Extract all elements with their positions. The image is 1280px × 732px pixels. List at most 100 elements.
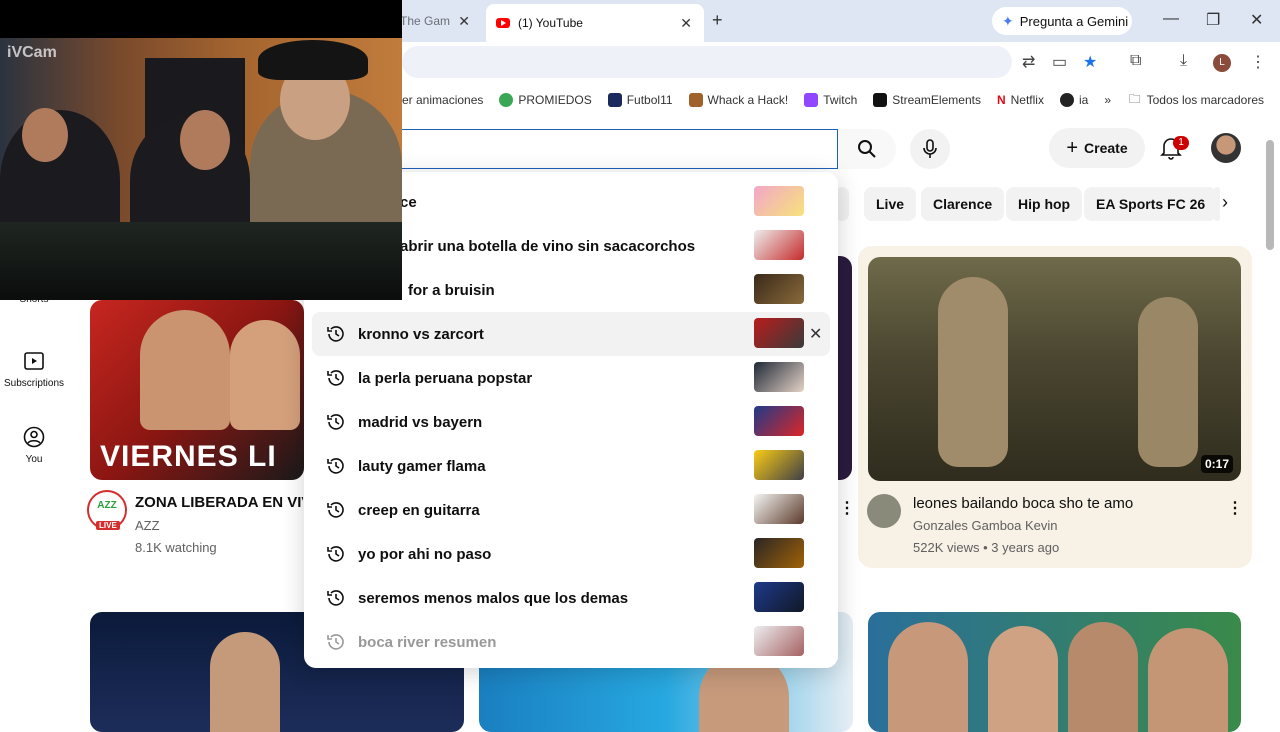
video-meta: 522K views • 3 years ago bbox=[913, 540, 1060, 555]
microphone-icon bbox=[923, 139, 937, 158]
soccer-ball-icon bbox=[499, 93, 514, 107]
suggestion-item[interactable]: yo por ahi no paso bbox=[304, 532, 838, 576]
tab-title: (1) YouTube bbox=[518, 16, 583, 30]
bookmark-item[interactable]: Whack a Hack! bbox=[688, 93, 789, 107]
futbol11-icon bbox=[607, 93, 622, 107]
gemini-button[interactable]: ✦ Pregunta a Gemini bbox=[992, 7, 1132, 35]
chip-hip-hop[interactable]: Hip hop bbox=[1006, 187, 1083, 221]
suggestion-item[interactable]: madrid vs bayern bbox=[304, 400, 838, 444]
close-icon[interactable]: ✕ bbox=[458, 13, 470, 30]
netflix-icon: N bbox=[996, 93, 1006, 107]
suggestion-item[interactable]: lauty gamer flama bbox=[304, 444, 838, 488]
suggestion-text: madrid vs bayern bbox=[358, 413, 483, 431]
thumbnail-animal bbox=[1138, 297, 1198, 467]
thumbnail-person bbox=[1148, 628, 1228, 732]
bookmark-label: Futbol11 bbox=[626, 93, 673, 107]
profile-avatar[interactable]: L bbox=[1213, 54, 1231, 72]
suggestion-item[interactable]: la perla peruana popstar bbox=[304, 356, 838, 400]
sidebar-item-label: You bbox=[25, 454, 43, 465]
page-scrollbar[interactable] bbox=[1266, 140, 1274, 250]
video-thumbnail[interactable]: 0:17 bbox=[868, 257, 1241, 481]
webcam-face bbox=[22, 108, 68, 162]
thumbnail-person bbox=[140, 310, 230, 430]
webcam-overlay: iVCam bbox=[0, 0, 402, 300]
search-input[interactable] bbox=[402, 129, 838, 169]
suggestion-text: kronno vs zarcort bbox=[358, 325, 484, 343]
account-avatar[interactable] bbox=[1211, 133, 1241, 163]
suggestion-text: creep en guitarra bbox=[358, 501, 480, 519]
bookmark-item[interactable]: N Netflix bbox=[997, 93, 1044, 107]
chip-ea-sports-fc-26[interactable]: EA Sports FC 26 bbox=[1084, 187, 1218, 221]
video-title[interactable]: leones bailando boca sho te amo bbox=[913, 495, 1133, 512]
chip-clarence[interactable]: Clarence bbox=[921, 187, 1005, 221]
video-thumbnail[interactable] bbox=[836, 256, 852, 480]
search-button[interactable] bbox=[838, 129, 896, 169]
create-button[interactable]: + Create bbox=[1049, 128, 1145, 168]
all-bookmarks-folder[interactable]: 🗀 Todos los marcadores bbox=[1129, 90, 1264, 111]
thumbnail-person bbox=[888, 622, 968, 732]
bookmark-item[interactable]: ia bbox=[1059, 93, 1088, 107]
webcam-face bbox=[180, 110, 230, 170]
more-options-icon[interactable]: ⋮ bbox=[1227, 498, 1243, 518]
video-thumbnail[interactable]: VIERNES LI bbox=[90, 300, 304, 480]
chip-partial[interactable] bbox=[1214, 187, 1220, 221]
suggestion-thumbnail bbox=[754, 186, 804, 216]
translate-icon[interactable]: ⇄ bbox=[1022, 52, 1035, 72]
video-title[interactable]: ZONA LIBERADA EN VIVO bbox=[135, 494, 303, 511]
bookmark-item[interactable]: Twitch bbox=[804, 93, 857, 107]
duration-badge: 0:17 bbox=[1200, 455, 1233, 473]
channel-avatar[interactable] bbox=[867, 494, 901, 528]
chip-live[interactable]: Live bbox=[864, 187, 917, 221]
suggestion-text: lauty gamer flama bbox=[358, 457, 486, 475]
channel-name[interactable]: Gonzales Gamboa Kevin bbox=[913, 518, 1058, 533]
suggestion-thumbnail bbox=[754, 318, 804, 348]
close-icon[interactable]: ✕ bbox=[680, 15, 692, 32]
thumbnail-animal bbox=[938, 277, 1008, 467]
suggestion-text: ce bbox=[400, 193, 417, 211]
history-icon bbox=[327, 414, 344, 430]
bookmark-item[interactable]: StreamElements bbox=[873, 93, 981, 107]
bookmark-item[interactable]: PROMIEDOS bbox=[499, 93, 592, 107]
sidebar-item-you[interactable]: You bbox=[0, 426, 68, 465]
voice-search-button[interactable] bbox=[910, 129, 950, 169]
sidebar-item-subscriptions[interactable]: Subscriptions bbox=[0, 350, 68, 389]
bookmark-item[interactable]: er animaciones bbox=[402, 93, 483, 107]
new-tab-button[interactable]: + bbox=[712, 10, 723, 31]
subscriptions-icon bbox=[24, 352, 44, 370]
suggestion-item[interactable]: boca river resumen bbox=[304, 620, 838, 664]
close-window-icon[interactable]: ✕ bbox=[1250, 10, 1263, 30]
you-icon bbox=[23, 426, 45, 448]
tab-the-game[interactable]: The Gam ✕ bbox=[400, 6, 482, 36]
more-options-icon[interactable]: ⋮ bbox=[839, 498, 855, 518]
suggestion-item[interactable]: kronno vs zarcort ✕ bbox=[312, 312, 830, 356]
chevron-right-icon[interactable]: › bbox=[1222, 192, 1228, 213]
webcam-watermark: iVCam bbox=[7, 44, 57, 61]
channel-name[interactable]: AZZ bbox=[135, 518, 160, 533]
history-icon bbox=[327, 458, 344, 474]
minimize-icon[interactable]: — bbox=[1163, 10, 1179, 28]
bookmarks-overflow-button[interactable]: » bbox=[1104, 93, 1111, 107]
menu-kebab-icon[interactable]: ⋮ bbox=[1250, 52, 1266, 72]
suggestion-item[interactable]: seremos menos malos que los demas bbox=[304, 576, 838, 620]
thumbnail-person bbox=[988, 626, 1058, 732]
cast-icon[interactable]: ▭ bbox=[1052, 52, 1067, 72]
ia-icon bbox=[1059, 93, 1074, 107]
extensions-icon[interactable]: ⧉ bbox=[1130, 52, 1141, 70]
suggestion-thumbnail bbox=[754, 450, 804, 480]
bookmark-item[interactable]: Futbol11 bbox=[607, 93, 673, 107]
video-thumbnail[interactable] bbox=[868, 612, 1241, 732]
folder-icon: 🗀 bbox=[1128, 91, 1141, 106]
maximize-icon[interactable]: ❐ bbox=[1206, 10, 1220, 30]
twitch-icon bbox=[804, 93, 819, 107]
thumbnail-person bbox=[1068, 622, 1138, 732]
address-bar[interactable] bbox=[402, 46, 1012, 78]
whack-icon bbox=[688, 93, 703, 107]
download-icon[interactable]: ⤓ bbox=[1180, 52, 1187, 70]
tab-title: The Gam bbox=[400, 14, 451, 28]
suggestion-item[interactable]: creep en guitarra bbox=[304, 488, 838, 532]
bookmark-star-icon[interactable]: ★ bbox=[1083, 52, 1097, 72]
thumbnail-person bbox=[210, 632, 280, 732]
remove-suggestion-icon[interactable]: ✕ bbox=[809, 324, 822, 344]
tab-youtube[interactable]: (1) YouTube ✕ bbox=[486, 4, 704, 42]
bookmark-label: Whack a Hack! bbox=[707, 93, 789, 107]
